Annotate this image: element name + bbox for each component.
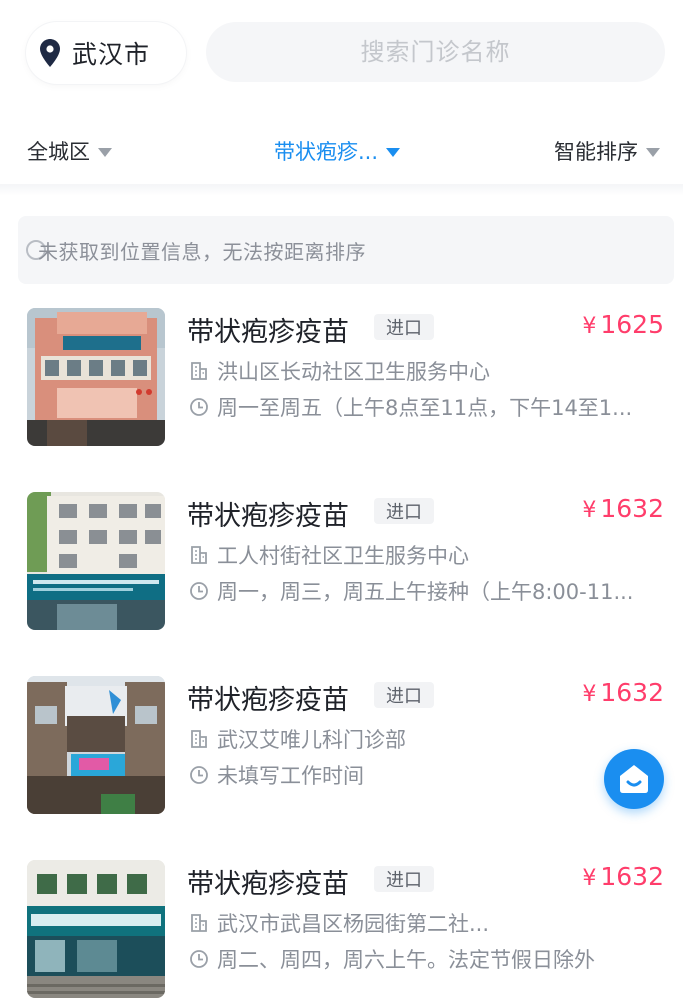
clinic-row: 洪山区长动社区卫生服务中心	[189, 356, 659, 386]
price-value: 1625	[600, 310, 664, 339]
building-icon	[191, 362, 207, 380]
working-hours: 周一至周五（上午8点至11点，下午14至1...	[217, 396, 633, 420]
divider	[0, 184, 683, 196]
search-input[interactable]	[206, 38, 665, 66]
list-item[interactable]: 带状疱疹疫苗 进口 ¥1625 洪山区长动社区卫生服务中心 周一至周五（上午8点…	[0, 300, 683, 450]
city-selector[interactable]: 武汉市	[26, 22, 186, 84]
hours-row: 未填写工作时间	[189, 760, 659, 790]
price-value: 1632	[600, 678, 664, 707]
filter-bar: 全城区 带状疱疹... 智能排序	[0, 112, 683, 188]
price: ¥1625	[582, 310, 664, 339]
vaccine-name: 带状疱疹疫苗	[187, 317, 349, 348]
clock-icon	[190, 766, 208, 784]
hours-row: 周二、周四，周六上午。法定节假日除外	[189, 944, 659, 974]
clock-icon	[190, 398, 208, 416]
location-notice: 未获取到位置信息，无法按距离排序	[18, 216, 674, 284]
import-badge: 进口	[374, 314, 434, 340]
import-badge: 进口	[374, 498, 434, 524]
location-pin-icon	[40, 39, 62, 67]
search-box[interactable]	[206, 22, 665, 82]
price: ¥1632	[582, 494, 664, 523]
clinic-photo	[27, 492, 165, 630]
clinic-photo	[27, 308, 165, 446]
customer-service-icon	[620, 765, 648, 793]
price: ¥1632	[582, 862, 664, 891]
clinic-row: 工人村街社区卫生服务中心	[189, 540, 659, 570]
list-item[interactable]: 带状疱疹疫苗 进口 ¥1632 工人村街社区卫生服务中心 周一，周三，周五上午接…	[0, 484, 683, 634]
vaccine-name: 带状疱疹疫苗	[187, 501, 349, 532]
building-icon	[191, 546, 207, 564]
import-badge: 进口	[374, 866, 434, 892]
vaccine-name: 带状疱疹疫苗	[187, 685, 349, 716]
vaccine-filter[interactable]: 带状疱疹...	[274, 136, 401, 166]
city-name: 武汉市	[72, 40, 151, 69]
area-filter-label: 全城区	[27, 140, 90, 164]
clock-icon	[190, 950, 208, 968]
caret-down-icon	[646, 147, 660, 157]
price-value: 1632	[600, 862, 664, 891]
clinic-name: 洪山区长动社区卫生服务中心	[217, 360, 490, 384]
currency-symbol: ¥	[582, 866, 597, 891]
customer-service-button[interactable]	[604, 749, 664, 809]
clock-icon	[190, 582, 208, 600]
price-value: 1632	[600, 494, 664, 523]
working-hours: 周一，周三，周五上午接种（上午8:00-11...	[217, 580, 634, 604]
clinic-row: 武汉艾唯儿科门诊部	[189, 724, 659, 754]
area-filter[interactable]: 全城区	[27, 136, 112, 166]
building-icon	[191, 914, 207, 932]
import-badge: 进口	[374, 682, 434, 708]
clinic-row: 武汉市武昌区杨园街第二社...	[189, 908, 659, 938]
sort-filter-label: 智能排序	[554, 140, 638, 164]
building-icon	[191, 730, 207, 748]
working-hours: 未填写工作时间	[217, 764, 364, 788]
currency-symbol: ¥	[582, 682, 597, 707]
caret-down-icon	[386, 147, 401, 157]
clinic-name: 武汉艾唯儿科门诊部	[217, 728, 406, 752]
sort-filter[interactable]: 智能排序	[554, 136, 660, 166]
clinic-photo	[27, 860, 165, 998]
working-hours: 周二、周四，周六上午。法定节假日除外	[217, 948, 595, 972]
top-bar: 武汉市	[0, 0, 683, 105]
clinic-name: 工人村街社区卫生服务中心	[217, 544, 469, 568]
vaccine-filter-label: 带状疱疹...	[274, 140, 379, 164]
currency-symbol: ¥	[582, 498, 597, 523]
vaccine-name: 带状疱疹疫苗	[187, 869, 349, 900]
price: ¥1632	[582, 678, 664, 707]
clinic-name: 武汉市武昌区杨园街第二社...	[217, 912, 490, 936]
notice-text: 未获取到位置信息，无法按距离排序	[38, 239, 366, 264]
hours-row: 周一至周五（上午8点至11点，下午14至1...	[189, 392, 659, 422]
list-item[interactable]: 带状疱疹疫苗 进口 ¥1632 武汉艾唯儿科门诊部 未填写工作时间	[0, 668, 683, 818]
clinic-photo	[27, 676, 165, 814]
caret-down-icon	[98, 147, 112, 157]
hours-row: 周一，周三，周五上午接种（上午8:00-11...	[189, 576, 659, 606]
list-item[interactable]: 带状疱疹疫苗 进口 ¥1632 武汉市武昌区杨园街第二社... 周二、周四，周六…	[0, 852, 683, 1002]
currency-symbol: ¥	[582, 314, 597, 339]
